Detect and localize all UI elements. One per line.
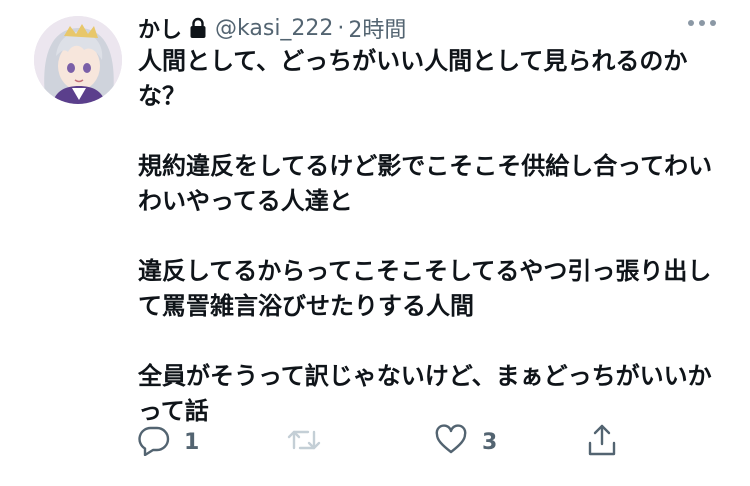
separator-dot: · — [337, 15, 345, 41]
tweet-text: 人間として、どっちがいい人間として見られるのかな？ 規約違反をしてるけど影でこそ… — [138, 44, 718, 429]
reply-count: 1 — [184, 429, 200, 455]
heart-icon — [434, 424, 468, 460]
like-count: 3 — [482, 429, 498, 455]
action-bar: 1 3 — [138, 422, 638, 462]
display-name[interactable]: かし — [138, 12, 182, 44]
tweet-paragraph: 規約違反をしてるけど影でこそこそ供給し合ってわいわいやってる人達と — [138, 152, 713, 215]
reply-button[interactable]: 1 — [138, 422, 199, 462]
reply-icon — [138, 424, 170, 460]
share-button[interactable] — [586, 422, 618, 462]
user-handle[interactable]: @kasi_222 — [215, 16, 333, 41]
like-button[interactable]: 3 — [434, 422, 497, 462]
tweet[interactable]: かし @kasi_222 · 2時間 人間として、どっちがいい人間として見られる… — [0, 0, 750, 486]
tweet-header: かし @kasi_222 · 2時間 — [138, 12, 406, 44]
tweet-paragraph: 人間として、どっちがいい人間として見られるのかな？ — [138, 47, 688, 110]
tweet-paragraph: 全員がそうって訳じゃないけど、まぁどっちがいいかって話 — [138, 362, 712, 425]
retweet-button[interactable] — [286, 422, 336, 462]
retweet-icon — [286, 424, 322, 460]
tweet-paragraph: 違反してるからってこそこそしてるやつ引っ張り出して罵詈雑言浴びせたりする人間 — [138, 257, 712, 320]
more-icon[interactable] — [688, 20, 716, 26]
avatar-image — [34, 16, 122, 104]
lock-icon — [189, 17, 207, 39]
share-icon — [586, 423, 618, 461]
timestamp[interactable]: 2時間 — [348, 12, 406, 44]
avatar[interactable] — [34, 16, 122, 104]
